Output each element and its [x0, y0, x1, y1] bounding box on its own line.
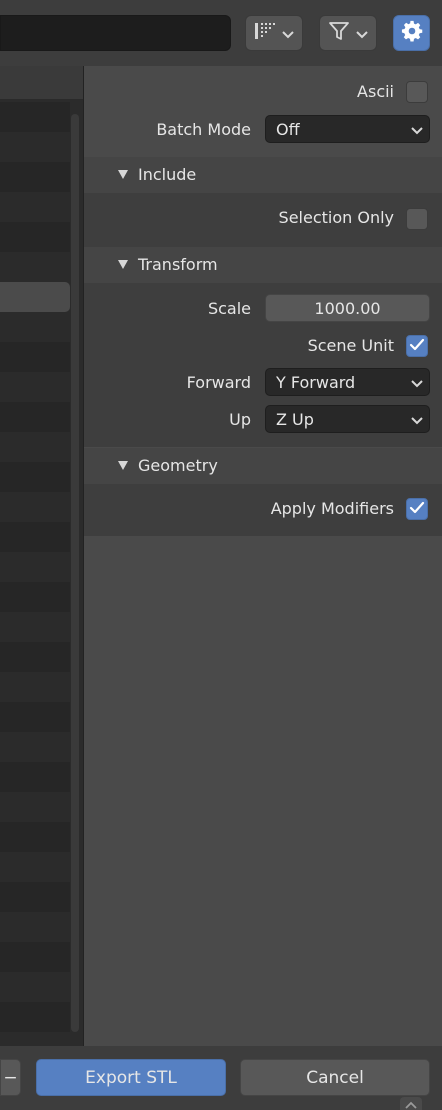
- file-list-row[interactable]: [0, 372, 70, 402]
- file-list-row[interactable]: [0, 702, 70, 732]
- file-list-row[interactable]: [0, 432, 70, 462]
- include-section-header[interactable]: Include: [84, 157, 442, 193]
- file-list-row[interactable]: [0, 192, 70, 222]
- file-list-row[interactable]: [0, 552, 70, 582]
- file-list-row[interactable]: [0, 852, 70, 882]
- settings-toggle-button[interactable]: [393, 15, 430, 51]
- up-axis-dropdown[interactable]: Z Up: [265, 405, 430, 433]
- chevron-down-icon: [282, 24, 294, 43]
- apply-modifiers-checkbox[interactable]: [406, 498, 428, 520]
- file-list-row[interactable]: [0, 462, 70, 492]
- selection-only-checkbox[interactable]: [406, 208, 428, 230]
- file-list-row[interactable]: [0, 972, 70, 1002]
- transform-section-header[interactable]: Transform: [84, 247, 442, 283]
- file-list-row[interactable]: [0, 132, 70, 162]
- geometry-section-header[interactable]: Geometry: [84, 448, 442, 484]
- checkmark-icon: [409, 500, 425, 519]
- up-label: Up: [229, 410, 251, 429]
- file-list-rows: [0, 102, 70, 1032]
- cancel-label: Cancel: [306, 1067, 364, 1088]
- export-stl-button[interactable]: Export STL: [36, 1059, 226, 1096]
- geometry-section-title: Geometry: [138, 456, 218, 475]
- file-list-row[interactable]: [0, 282, 70, 312]
- apply-modifiers-label: Apply Modifiers: [270, 499, 394, 518]
- file-list-row[interactable]: [0, 942, 70, 972]
- chevron-down-icon: [411, 410, 423, 429]
- decrement-button[interactable]: −: [0, 1059, 21, 1096]
- chevron-down-icon: [411, 120, 423, 139]
- include-section-body: Selection Only: [84, 193, 442, 247]
- chevron-down-icon: [411, 373, 423, 392]
- scale-value: 1000.00: [314, 298, 381, 318]
- geometry-section-body: Apply Modifiers: [84, 484, 442, 536]
- region-resize-handle[interactable]: [400, 1097, 422, 1110]
- file-list-row[interactable]: [0, 612, 70, 642]
- file-list-row[interactable]: [0, 522, 70, 552]
- file-list-row[interactable]: [0, 162, 70, 192]
- filter-dropdown[interactable]: [319, 15, 377, 51]
- file-list-row[interactable]: [0, 792, 70, 822]
- ascii-checkbox[interactable]: [406, 81, 428, 103]
- scene-unit-label: Scene Unit: [307, 336, 394, 355]
- forward-label: Forward: [186, 373, 251, 392]
- file-list-row[interactable]: [0, 102, 70, 132]
- selection-only-label: Selection Only: [278, 208, 394, 227]
- export-stl-label: Export STL: [85, 1067, 177, 1088]
- file-list-row[interactable]: [0, 312, 70, 342]
- disclosure-triangle-icon: [118, 260, 128, 269]
- filter-icon: [328, 20, 350, 46]
- scene-unit-checkbox[interactable]: [406, 335, 428, 357]
- transform-section-body: Scale 1000.00 Scene Unit Forward Y Forwa…: [84, 283, 442, 447]
- file-list-row[interactable]: [0, 222, 70, 252]
- batch-mode-label: Batch Mode: [156, 120, 251, 139]
- decrement-label: −: [3, 1067, 18, 1088]
- file-list-row[interactable]: [0, 822, 70, 852]
- chevron-up-icon: [405, 1094, 417, 1110]
- file-list-row[interactable]: [0, 492, 70, 522]
- forward-axis-dropdown[interactable]: Y Forward: [265, 368, 430, 396]
- up-axis-value: Z Up: [276, 409, 314, 429]
- file-list-row[interactable]: [0, 342, 70, 372]
- list-display-icon: [254, 21, 276, 45]
- display-mode-dropdown[interactable]: [245, 15, 303, 51]
- batch-mode-value: Off: [276, 119, 300, 139]
- disclosure-triangle-icon: [118, 461, 128, 470]
- file-list-row[interactable]: [0, 402, 70, 432]
- file-list-row[interactable]: [0, 732, 70, 762]
- ascii-label: Ascii: [357, 82, 394, 101]
- file-list-scrollbar[interactable]: [71, 114, 79, 1032]
- file-list-row[interactable]: [0, 762, 70, 792]
- file-list-row[interactable]: [0, 252, 70, 282]
- file-list-row[interactable]: [0, 912, 70, 942]
- export-settings-panel: Ascii Batch Mode Off Include Selection O…: [84, 66, 442, 1046]
- checkmark-icon: [409, 337, 425, 356]
- scale-number-field[interactable]: 1000.00: [265, 294, 430, 322]
- file-list-row[interactable]: [0, 642, 70, 672]
- file-list[interactable]: [0, 66, 84, 1046]
- batch-mode-dropdown[interactable]: Off: [265, 115, 430, 143]
- chevron-down-icon: [356, 24, 368, 43]
- directory-path-input[interactable]: [0, 15, 231, 51]
- disclosure-triangle-icon: [118, 170, 128, 179]
- transform-section-title: Transform: [138, 255, 218, 274]
- file-list-header: [0, 66, 83, 100]
- include-section-title: Include: [138, 165, 197, 184]
- file-list-row[interactable]: [0, 1002, 70, 1032]
- gear-icon: [401, 20, 423, 46]
- file-list-row[interactable]: [0, 672, 70, 702]
- scale-label: Scale: [207, 299, 251, 318]
- cancel-button[interactable]: Cancel: [240, 1059, 430, 1096]
- file-list-row[interactable]: [0, 582, 70, 612]
- file-list-row[interactable]: [0, 882, 70, 912]
- forward-axis-value: Y Forward: [276, 372, 356, 392]
